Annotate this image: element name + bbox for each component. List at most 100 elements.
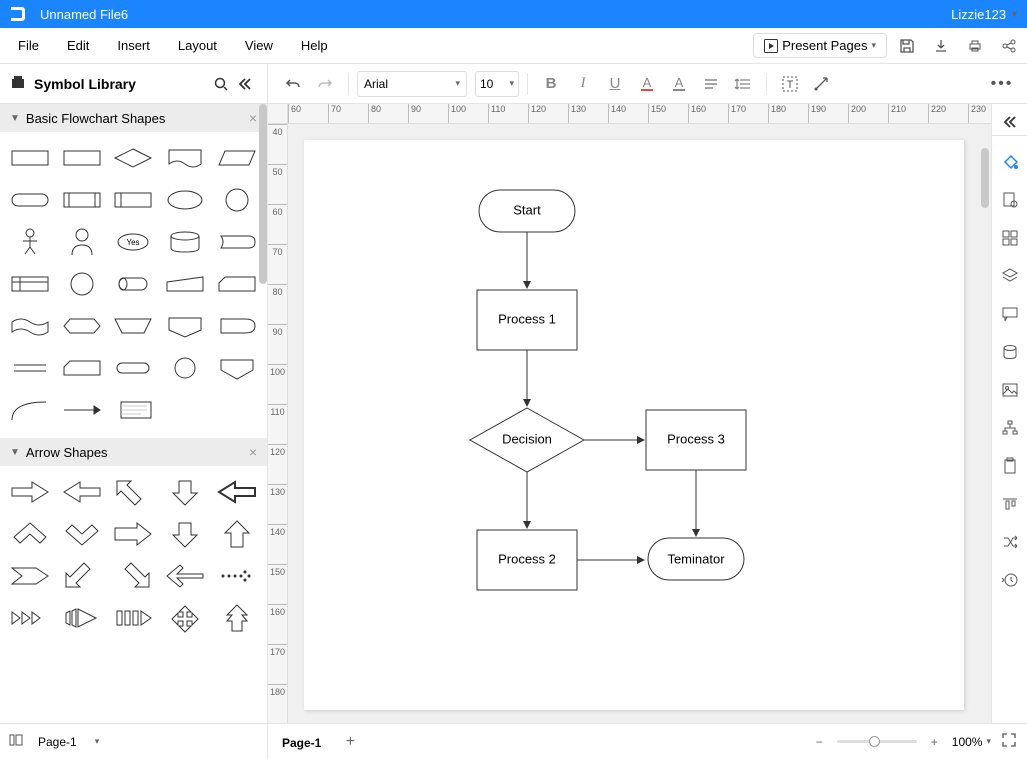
shape-manual-input[interactable] xyxy=(161,266,209,302)
line-spacing-button[interactable] xyxy=(728,70,758,98)
zoom-thumb[interactable] xyxy=(869,736,880,747)
underline-button[interactable]: U xyxy=(600,70,630,98)
shape-user[interactable] xyxy=(58,224,106,260)
panel-clipboard[interactable] xyxy=(998,454,1022,478)
menu-file[interactable]: File xyxy=(4,32,53,59)
arrow-bars[interactable] xyxy=(110,600,158,636)
shape-offpage[interactable] xyxy=(161,308,209,344)
export-button[interactable] xyxy=(927,32,955,60)
arrow-up-left[interactable] xyxy=(110,474,158,510)
shape-stored-data[interactable] xyxy=(110,182,158,218)
arrow-dotted[interactable] xyxy=(213,558,261,594)
arrow-up-double[interactable] xyxy=(213,600,261,636)
canvas[interactable]: Start Process 1 Decision Process 3 xyxy=(288,124,991,723)
arrow-triple-right[interactable] xyxy=(6,600,54,636)
arrow-chevron-down[interactable] xyxy=(58,516,106,552)
shape-document[interactable] xyxy=(161,140,209,176)
panel-image[interactable] xyxy=(998,378,1022,402)
panel-history[interactable] xyxy=(998,568,1022,592)
shape-cut-corner[interactable] xyxy=(58,350,106,386)
panel-shapes[interactable] xyxy=(998,226,1022,250)
arrow-down-alt[interactable] xyxy=(161,516,209,552)
text-tool-button[interactable]: T xyxy=(775,70,805,98)
shape-database[interactable] xyxy=(161,224,209,260)
menu-insert[interactable]: Insert xyxy=(103,32,164,59)
shape-decision[interactable] xyxy=(110,140,158,176)
arrow-right-block[interactable] xyxy=(110,516,158,552)
menu-view[interactable]: View xyxy=(231,32,287,59)
section-basic-shapes[interactable]: ▼ Basic Flowchart Shapes × xyxy=(0,104,267,132)
shape-data[interactable] xyxy=(213,140,261,176)
arrow-right[interactable] xyxy=(6,474,54,510)
undo-button[interactable] xyxy=(278,70,308,98)
font-size-select[interactable]: 10▾ xyxy=(475,71,519,97)
zoom-out-button[interactable]: − xyxy=(812,733,827,751)
shape-pill[interactable] xyxy=(110,350,158,386)
present-pages-button[interactable]: Present Pages ▾ xyxy=(753,33,887,58)
connector-tool-button[interactable] xyxy=(807,70,837,98)
shape-terminator[interactable] xyxy=(6,182,54,218)
arrow-cross[interactable] xyxy=(161,600,209,636)
shape-manual-op[interactable] xyxy=(110,308,158,344)
arrow-down-right[interactable] xyxy=(110,558,158,594)
shape-double-line[interactable] xyxy=(6,350,54,386)
shape-circle3[interactable] xyxy=(161,350,209,386)
shape-process[interactable] xyxy=(6,140,54,176)
library-collapse-button[interactable] xyxy=(233,72,257,96)
menu-help[interactable]: Help xyxy=(287,32,342,59)
panel-layers[interactable] xyxy=(998,264,1022,288)
canvas-scrollbar[interactable] xyxy=(981,148,989,208)
italic-button[interactable]: I xyxy=(568,70,598,98)
add-page-button[interactable]: + xyxy=(335,733,365,751)
panel-hierarchy[interactable] xyxy=(998,416,1022,440)
share-button[interactable] xyxy=(995,32,1023,60)
panel-fill[interactable] xyxy=(998,150,1022,174)
more-button[interactable]: ••• xyxy=(987,70,1017,98)
save-button[interactable] xyxy=(893,32,921,60)
shape-delay[interactable] xyxy=(213,308,261,344)
panel-page-setup[interactable] xyxy=(998,188,1022,212)
shape-preparation[interactable] xyxy=(58,308,106,344)
arrow-up[interactable] xyxy=(213,516,261,552)
arrow-chevron-right[interactable] xyxy=(6,558,54,594)
page-surface[interactable]: Start Process 1 Decision Process 3 xyxy=(304,140,964,710)
shape-card[interactable] xyxy=(213,266,261,302)
library-search-button[interactable] xyxy=(209,72,233,96)
outline-button[interactable] xyxy=(8,732,24,751)
bold-button[interactable]: B xyxy=(536,70,566,98)
shape-yes-badge[interactable]: Yes xyxy=(110,224,158,260)
sidebar-scrollbar[interactable] xyxy=(259,104,267,284)
shape-arc[interactable] xyxy=(6,392,54,428)
fit-screen-button[interactable] xyxy=(1001,732,1017,751)
menu-edit[interactable]: Edit xyxy=(53,32,103,59)
section-arrow-shapes[interactable]: ▼ Arrow Shapes × xyxy=(0,438,267,466)
shape-arrow-line[interactable] xyxy=(58,392,106,428)
redo-button[interactable] xyxy=(310,70,340,98)
shape-shield[interactable] xyxy=(213,350,261,386)
user-menu[interactable]: Lizzie123 ▼ xyxy=(951,7,1019,22)
panel-shuffle[interactable] xyxy=(998,530,1022,554)
shape-internal[interactable] xyxy=(6,266,54,302)
shape-process-alt[interactable] xyxy=(58,140,106,176)
arrow-down-left[interactable] xyxy=(58,558,106,594)
shape-display[interactable] xyxy=(213,224,261,260)
horizontal-ruler[interactable]: 6070809010011012013014015016017018019020… xyxy=(288,104,991,124)
close-section-button[interactable]: × xyxy=(249,444,257,460)
shape-circle2[interactable] xyxy=(58,266,106,302)
shape-actor[interactable] xyxy=(6,224,54,260)
arrow-striped[interactable] xyxy=(58,600,106,636)
shape-annotation[interactable] xyxy=(110,392,158,428)
vertical-ruler[interactable]: 405060708090100110120130140150160170180 xyxy=(268,124,288,723)
arrow-left-hollow[interactable] xyxy=(213,474,261,510)
close-section-button[interactable]: × xyxy=(249,110,257,126)
align-button[interactable] xyxy=(696,70,726,98)
right-panel-collapse[interactable] xyxy=(992,108,1027,136)
arrow-chevron-up[interactable] xyxy=(6,516,54,552)
page-tab[interactable]: Page-1 xyxy=(268,724,335,759)
zoom-level-select[interactable]: 100%▾ xyxy=(952,735,991,749)
arrow-left-thin[interactable] xyxy=(161,558,209,594)
shape-tape[interactable] xyxy=(6,308,54,344)
menu-layout[interactable]: Layout xyxy=(164,32,231,59)
print-button[interactable] xyxy=(961,32,989,60)
page-select[interactable]: Page-1▾ xyxy=(32,733,105,751)
